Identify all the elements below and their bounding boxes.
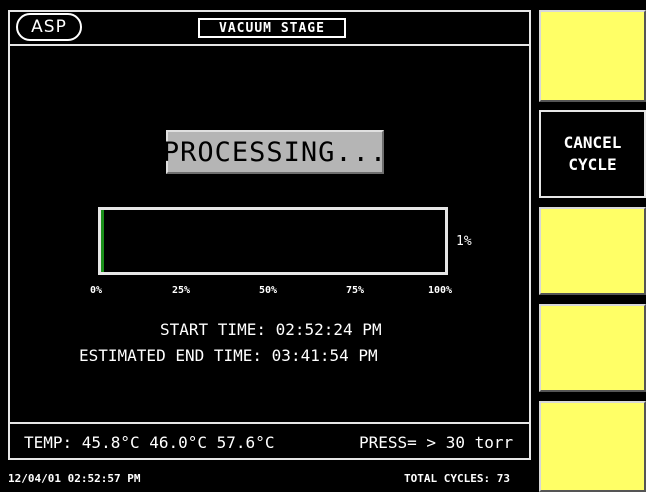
cancel-cycle-button[interactable]: CANCEL CYCLE — [539, 110, 646, 198]
pressure-readout: PRESS= > 30 torr — [359, 433, 514, 452]
progress-tick-50: 50% — [259, 285, 278, 296]
side-button-4[interactable] — [539, 304, 646, 392]
logo-text: ASP — [31, 17, 67, 37]
end-time-value: 03:41:54 PM — [271, 346, 378, 365]
asp-logo: ASP — [16, 13, 82, 41]
end-time-row: ESTIMATED END TIME: 03:41:54 PM — [79, 346, 378, 365]
readings-divider — [10, 422, 529, 424]
temperature-readout: TEMP: 45.8°C 46.0°C 57.6°C — [24, 433, 275, 452]
side-button-5[interactable] — [539, 401, 646, 492]
progress-tick-0: 0% — [90, 285, 103, 296]
title-divider — [10, 44, 529, 46]
start-time-row: START TIME: 02:52:24 PM — [160, 320, 382, 339]
footer-datetime: 12/04/01 02:52:57 PM — [8, 472, 141, 485]
start-time-label: START TIME: — [160, 320, 266, 339]
progress-tick-25: 25% — [172, 285, 191, 296]
stage-title: VACUUM STAGE — [198, 18, 346, 38]
progress-tick-100: 100% — [428, 285, 453, 296]
side-button-1[interactable] — [539, 10, 646, 102]
start-time-value: 02:52:24 PM — [275, 320, 382, 339]
processing-status: PROCESSING... — [163, 130, 386, 174]
side-button-3[interactable] — [539, 207, 646, 295]
end-time-label: ESTIMATED END TIME: — [79, 346, 263, 365]
cancel-cycle-label-line2: CYCLE — [568, 155, 617, 174]
cancel-cycle-label-line1: CANCEL — [563, 133, 622, 152]
progress-percent: 1% — [456, 234, 472, 249]
progress-bar — [98, 207, 448, 275]
progress-fill — [101, 210, 105, 272]
footer-total-cycles: TOTAL CYCLES: 73 — [404, 472, 510, 485]
progress-tick-75: 75% — [346, 285, 365, 296]
